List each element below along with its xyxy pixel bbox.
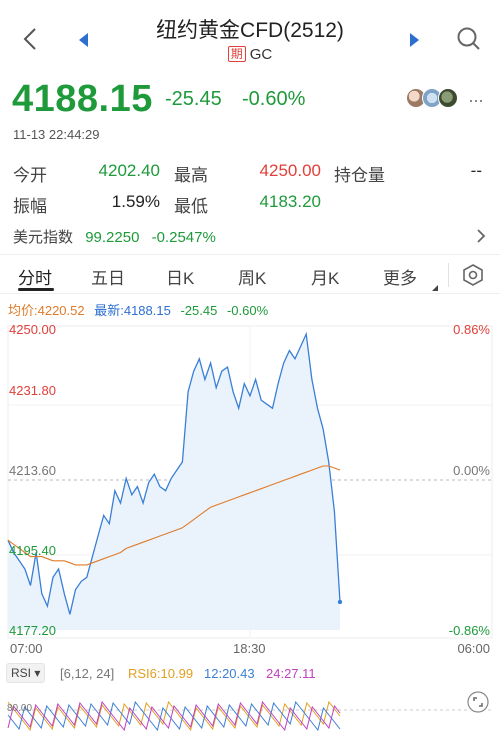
avatar xyxy=(438,88,458,108)
open-interest-label: 持仓量 xyxy=(334,166,385,185)
tab-five-day[interactable]: 五日 xyxy=(91,264,125,289)
community-avatars[interactable] xyxy=(406,88,462,110)
open-value: 4202.40 xyxy=(98,161,160,180)
low-value: 4183.20 xyxy=(259,192,321,211)
y-tick-label: 4195.40 xyxy=(9,543,56,558)
next-instrument-icon[interactable] xyxy=(404,30,424,50)
active-tab-indicator xyxy=(18,288,54,291)
rsi12-value: 12:20.43 xyxy=(204,666,255,681)
futures-badge: 期 xyxy=(227,46,246,62)
y-right-tick-label: 0.86% xyxy=(453,322,490,337)
high-value: 4250.00 xyxy=(259,161,321,180)
high-label: 最高 xyxy=(174,166,208,185)
tab-daily-k[interactable]: 日K xyxy=(166,264,194,289)
legend-average: 均价:4220.52 xyxy=(8,303,85,318)
price-area xyxy=(8,334,340,630)
y-tick-label: 4213.60 xyxy=(9,463,56,478)
last-price: 4188.15 xyxy=(12,78,153,120)
y-tick-label: 4231.80 xyxy=(9,383,56,398)
usd-index-row[interactable]: 美元指数 99.2250 -0.2547% xyxy=(13,226,216,247)
tab-intraday[interactable]: 分时 xyxy=(18,264,52,289)
quote-timestamp: 11-13 22:44:29 xyxy=(13,127,100,142)
y-tick-label: 4177.20 xyxy=(9,623,56,638)
rsi-indicator-bar: RSI ▾ [6,12, 24] RSI6:10.99 12:20.43 24:… xyxy=(0,658,500,688)
rsi-params: [6,12, 24] xyxy=(60,666,115,681)
open-interest-value: -- xyxy=(470,161,482,180)
usd-index-label: 美元指数 xyxy=(13,229,74,246)
tab-more[interactable]: 更多 xyxy=(383,264,417,289)
rsi-chart xyxy=(7,700,492,732)
rsi6-value: RSI6:10.99 xyxy=(128,666,194,681)
amplitude-label: 振幅 xyxy=(13,197,47,216)
rsi-level-label: 80.00 xyxy=(7,703,33,714)
open-label: 今开 xyxy=(13,166,47,185)
instrument-code: 期 GC xyxy=(0,46,500,63)
y-tick-label: 4250.00 xyxy=(9,322,56,337)
instrument-title: 纽约黄金CFD(2512) xyxy=(156,19,344,42)
tab-weekly-k[interactable]: 周K xyxy=(238,264,266,289)
legend-change: -25.45 xyxy=(180,303,218,318)
chart-legend: 均价:4220.52 最新:4188.15 -25.45 -0.60% xyxy=(8,300,268,319)
y-right-tick-label: 0.00% xyxy=(453,463,490,478)
indicator-selector-label: RSI xyxy=(11,666,32,680)
x-tick-label: 06:00 xyxy=(457,641,490,656)
settings-hexagon-icon[interactable] xyxy=(461,263,485,287)
divider xyxy=(448,263,449,287)
tab-monthly-k[interactable]: 月K xyxy=(311,264,339,289)
usd-index-change: -0.2547% xyxy=(151,229,216,246)
last-price-point xyxy=(337,599,343,605)
price-change: -25.45 xyxy=(165,88,222,110)
y-right-tick-label: -0.86% xyxy=(448,623,490,638)
legend-change-percent: -0.60% xyxy=(226,303,269,318)
rsi24-value: 24:27.11 xyxy=(266,666,316,681)
intraday-chart[interactable]: 4250.00 4231.80 4213.60 4195.40 4177.20 … xyxy=(0,318,500,663)
legend-latest: 最新:4188.15 xyxy=(94,303,171,318)
price-change-percent: -0.60% xyxy=(242,88,306,110)
indicator-selector[interactable]: RSI ▾ xyxy=(6,663,46,683)
instrument-code-text: GC xyxy=(249,46,273,63)
zoom-icon[interactable] xyxy=(466,690,490,714)
x-tick-label: 18:30 xyxy=(233,641,266,656)
low-label: 最低 xyxy=(174,197,208,216)
intraday-chart-svg xyxy=(7,325,493,639)
more-dropdown-indicator xyxy=(432,285,438,291)
header: 纽约黄金CFD(2512) 期 GC xyxy=(0,0,500,76)
usd-index-value: 99.2250 xyxy=(85,229,140,246)
amplitude-value: 1.59% xyxy=(111,192,160,211)
search-icon[interactable] xyxy=(454,24,484,54)
chevron-right-icon[interactable] xyxy=(474,226,488,246)
period-tabs: 分时 五日 日K 周K 月K 更多 xyxy=(0,254,500,294)
x-tick-label: 07:00 xyxy=(10,641,43,656)
more-dots-icon[interactable]: ··· xyxy=(468,90,484,111)
